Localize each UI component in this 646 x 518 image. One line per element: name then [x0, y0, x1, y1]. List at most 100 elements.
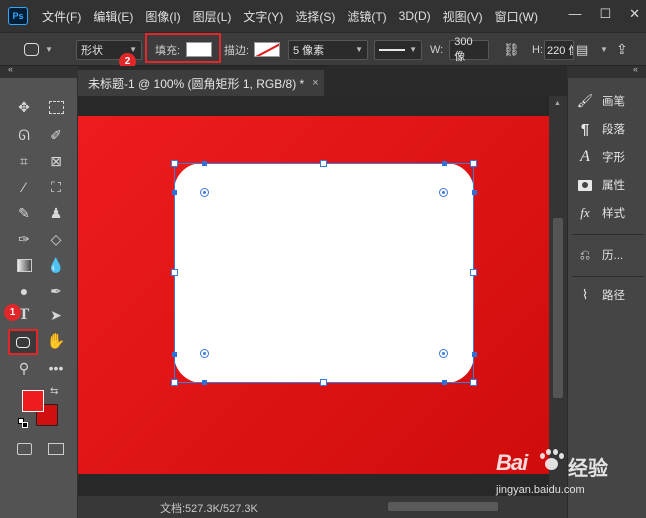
- rounded-rect-tool-icon: [16, 336, 30, 348]
- anchor-point[interactable]: [442, 161, 447, 166]
- menu-window[interactable]: 窗口(W): [495, 8, 538, 25]
- toolbar-collapse-strip[interactable]: «: [0, 64, 78, 78]
- swap-colors-icon[interactable]: ⇆: [50, 386, 58, 397]
- more-tools-icon[interactable]: •••: [44, 357, 68, 379]
- menu-image[interactable]: 图像(I): [145, 8, 180, 25]
- panel-glyphs[interactable]: A 字形: [574, 146, 644, 168]
- menu-file[interactable]: 文件(F): [42, 8, 81, 25]
- path-operations-icon[interactable]: ▤: [576, 39, 588, 60]
- menu-select[interactable]: 选择(S): [295, 8, 335, 25]
- stamp-tool-icon[interactable]: ♟: [44, 202, 68, 224]
- transform-handle[interactable]: [171, 160, 178, 167]
- menu-filter[interactable]: 滤镜(T): [347, 8, 386, 25]
- path-select-tool-icon[interactable]: ➤: [44, 304, 68, 326]
- brush-tool-icon[interactable]: ✎: [12, 202, 36, 224]
- anchor-point[interactable]: [472, 190, 477, 195]
- link-icon[interactable]: ⛓: [503, 39, 520, 60]
- transform-handle[interactable]: [470, 379, 477, 386]
- stroke-color-swatch[interactable]: [254, 42, 281, 57]
- quick-mask-icon[interactable]: [12, 438, 36, 460]
- spot-healing-tool-icon[interactable]: ⛶: [44, 176, 68, 198]
- transform-handle[interactable]: [470, 269, 477, 276]
- gradient-tool-icon[interactable]: [12, 254, 36, 276]
- scroll-up-icon[interactable]: ▲: [554, 100, 561, 107]
- pen-tool-icon[interactable]: ✒: [44, 280, 68, 302]
- stroke-type-select[interactable]: ▼: [374, 39, 422, 60]
- bounding-box: [174, 163, 474, 383]
- transform-handle[interactable]: [320, 379, 327, 386]
- no-stroke-icon: [255, 43, 280, 56]
- transform-handle[interactable]: [171, 269, 178, 276]
- panel-paths[interactable]: ⌇ 路径: [574, 284, 644, 306]
- transform-handle[interactable]: [171, 379, 178, 386]
- minimize-button[interactable]: —: [568, 6, 581, 22]
- menu-view[interactable]: 视图(V): [443, 8, 483, 25]
- menu-layer[interactable]: 图层(L): [193, 8, 232, 25]
- share-icon[interactable]: ⇪: [616, 39, 628, 60]
- lasso-tool-icon[interactable]: ᘏ: [12, 124, 36, 146]
- panel-properties[interactable]: 属性: [574, 174, 644, 196]
- stroke-label: 描边:: [224, 44, 250, 57]
- screen-mode-icon[interactable]: [44, 438, 68, 460]
- width-field[interactable]: 300 像: [449, 36, 490, 63]
- transform-handle[interactable]: [470, 160, 477, 167]
- eyedropper-tool-icon[interactable]: ⁄: [12, 176, 36, 198]
- anchor-point[interactable]: [472, 352, 477, 357]
- anchor-point[interactable]: [172, 352, 177, 357]
- menu-type[interactable]: 文字(Y): [243, 8, 283, 25]
- foreground-color-swatch[interactable]: [22, 390, 44, 412]
- corner-radius-handle[interactable]: [200, 349, 209, 358]
- panel-history[interactable]: ⎌ 历...: [574, 244, 644, 266]
- move-tool-icon[interactable]: ✥: [12, 96, 36, 118]
- default-colors-icon[interactable]: [18, 418, 28, 428]
- anchor-point[interactable]: [202, 161, 207, 166]
- tools-panel: ✥ ᘏ ✐ ⌗ ⊠ ⁄ ⛶ ✎ ♟ ✑ ◇ 💧 ● ✒ T ➤ 1 ✋ ⚲ ••…: [0, 78, 78, 518]
- vertical-scrollbar[interactable]: ▲: [549, 96, 567, 496]
- menu-3d[interactable]: 3D(D): [399, 9, 431, 23]
- transform-handle[interactable]: [320, 160, 327, 167]
- document-tab[interactable]: 未标题-1 @ 100% (圆角矩形 1, RGB/8) * ×: [78, 70, 324, 96]
- glyphs-icon: A: [580, 148, 590, 165]
- height-field[interactable]: 220 像: [544, 39, 574, 60]
- corner-radius-handle[interactable]: [200, 188, 209, 197]
- panel-collapse-strip[interactable]: «: [567, 64, 646, 78]
- horizontal-scroll-thumb[interactable]: [388, 502, 498, 511]
- fill-highlight-box: [145, 33, 221, 63]
- dodge-tool-icon[interactable]: ●: [12, 280, 36, 302]
- zoom-tool-icon[interactable]: ⚲: [12, 357, 36, 379]
- panel-styles[interactable]: fx 样式: [574, 202, 644, 224]
- anchor-point[interactable]: [202, 380, 207, 385]
- frame-tool-icon[interactable]: ⊠: [44, 150, 68, 172]
- menu-edit[interactable]: 编辑(E): [93, 8, 133, 25]
- chevron-down-icon[interactable]: ▼: [596, 39, 608, 60]
- close-tab-icon[interactable]: ×: [312, 77, 318, 89]
- crop-tool-icon[interactable]: ⌗: [12, 150, 36, 172]
- anchor-point[interactable]: [172, 190, 177, 195]
- corner-radius-handle[interactable]: [439, 349, 448, 358]
- brush-panel-icon: 🖌: [576, 93, 594, 108]
- hand-tool-icon[interactable]: ✋: [44, 330, 68, 352]
- step-badge-1: 1: [4, 304, 21, 321]
- corner-radius-handle[interactable]: [439, 188, 448, 197]
- vertical-scroll-thumb[interactable]: [553, 218, 563, 398]
- quick-select-tool-icon[interactable]: ✐: [44, 124, 68, 146]
- baidu-watermark: Bai 经验 jingyan.baidu.com: [496, 448, 646, 508]
- watermark-brand-suffix: 经验: [568, 458, 608, 480]
- canvas-workspace: [78, 96, 549, 496]
- anchor-point[interactable]: [442, 380, 447, 385]
- panel-label: 历...: [602, 250, 624, 262]
- blur-tool-icon[interactable]: 💧: [44, 254, 68, 276]
- height-label: H:: [532, 43, 543, 56]
- history-brush-tool-icon[interactable]: ✑: [12, 228, 36, 250]
- tool-preset-picker[interactable]: ▼: [24, 39, 53, 60]
- eraser-tool-icon[interactable]: ◇: [44, 228, 68, 250]
- maximize-button[interactable]: ☐: [599, 6, 611, 22]
- stroke-size-select[interactable]: 5 像素 ▼: [288, 39, 368, 60]
- panel-paragraph[interactable]: ¶ 段落: [574, 118, 644, 140]
- paw-icon: [538, 448, 564, 474]
- document-tab-bar: 未标题-1 @ 100% (圆角矩形 1, RGB/8) * ×: [78, 66, 567, 96]
- close-window-button[interactable]: ✕: [629, 6, 640, 22]
- marquee-tool-icon[interactable]: [44, 96, 68, 118]
- panel-brush[interactable]: 🖌 画笔: [574, 90, 644, 112]
- rounded-rectangle-tool[interactable]: [8, 329, 38, 355]
